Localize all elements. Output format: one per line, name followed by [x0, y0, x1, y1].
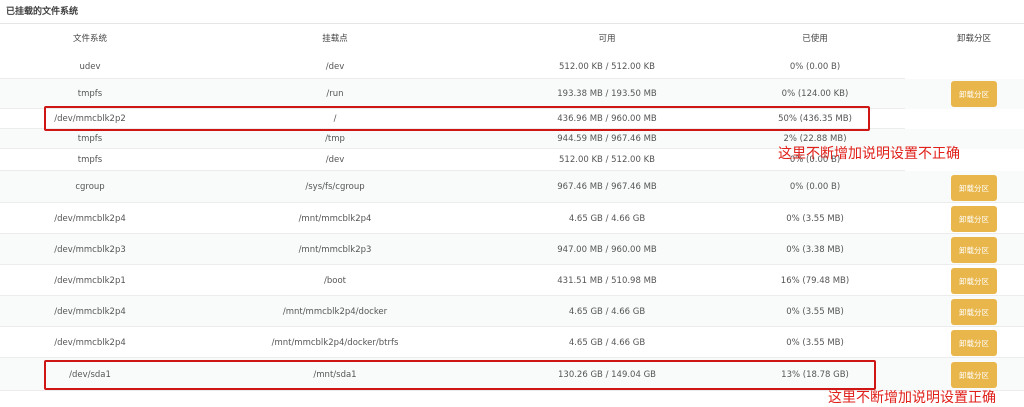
- filesystem-cell: /dev/mmcblk2p4: [54, 213, 126, 224]
- table-row: /dev/mmcblk2p4 /mnt/mmcblk2p4 4.65 GB / …: [0, 203, 1024, 234]
- table-row: /dev/mmcblk2p4 /mnt/mmcblk2p4/docker/btr…: [0, 327, 1024, 358]
- mountpoint-cell: /dev: [325, 155, 345, 165]
- available-cell: 512.00 KB / 512.00 KB: [559, 155, 655, 165]
- highlight-box-sda1-row: [44, 360, 876, 390]
- used-cell: 0% (3.55 MB): [786, 213, 844, 224]
- column-header-mountpoint: 挂载点: [322, 34, 348, 44]
- column-header-filesystem: 文件系统: [72, 34, 108, 44]
- used-cell: 0% (124.00 KB): [781, 89, 849, 99]
- used-cell: 0% (3.55 MB): [786, 337, 844, 348]
- mountpoint-cell: /dev: [325, 62, 345, 72]
- annotation-correct: 这里不断增加说明设置正确: [828, 390, 996, 406]
- filesystem-cell: /dev/mmcblk2p4: [54, 306, 126, 317]
- column-header-unmount: 卸载分区: [956, 34, 992, 44]
- used-cell: 0% (0.00 B): [789, 182, 841, 192]
- unmount-button[interactable]: 卸载分区: [951, 175, 997, 201]
- filesystem-cell: /dev/mmcblk2p1: [54, 275, 126, 286]
- column-header-used: 已使用: [802, 34, 828, 44]
- mountpoint-cell: /run: [326, 89, 344, 99]
- annotation-incorrect: 这里不断增加说明设置不正确: [778, 146, 960, 162]
- used-cell: 0% (3.55 MB): [786, 306, 844, 317]
- table-row: udev /dev 512.00 KB / 512.00 KB 0% (0.00…: [0, 55, 1024, 79]
- used-cell: 0% (0.00 B): [789, 62, 841, 72]
- filesystem-cell: /dev/mmcblk2p3: [54, 244, 126, 255]
- unmount-button[interactable]: 卸载分区: [951, 237, 997, 263]
- unmount-button[interactable]: 卸载分区: [951, 206, 997, 232]
- filesystem-cell: tmpfs: [77, 89, 103, 99]
- unmount-button[interactable]: 卸载分区: [951, 268, 997, 294]
- mountpoint-cell: /boot: [324, 275, 346, 286]
- table-row: /dev/mmcblk2p1 /boot 431.51 MB / 510.98 …: [0, 265, 1024, 296]
- filesystem-cell: tmpfs: [77, 134, 103, 144]
- table-header: 文件系统 挂载点 可用 已使用 卸载分区: [0, 24, 1024, 55]
- table-row: /dev/mmcblk2p4 /mnt/mmcblk2p4/docker 4.6…: [0, 296, 1024, 327]
- column-header-available: 可用: [598, 34, 616, 44]
- filesystem-cell: /dev/mmcblk2p4: [54, 337, 126, 348]
- table-row: tmpfs /run 193.38 MB / 193.50 MB 0% (124…: [0, 79, 1024, 109]
- filesystem-cell: udev: [79, 62, 101, 72]
- mountpoint-cell: /mnt/mmcblk2p4/docker/btrfs: [271, 337, 399, 348]
- available-cell: 4.65 GB / 4.66 GB: [568, 337, 646, 348]
- available-cell: 4.65 GB / 4.66 GB: [568, 213, 646, 224]
- available-cell: 947.00 MB / 960.00 MB: [557, 244, 657, 255]
- unmount-button[interactable]: 卸载分区: [951, 362, 997, 388]
- available-cell: 4.65 GB / 4.66 GB: [568, 306, 646, 317]
- used-cell: 0% (3.38 MB): [786, 244, 844, 255]
- available-cell: 944.59 MB / 967.46 MB: [557, 134, 657, 144]
- section-title: 已挂载的文件系统: [6, 7, 79, 17]
- available-cell: 431.51 MB / 510.98 MB: [557, 275, 657, 286]
- available-cell: 967.46 MB / 967.46 MB: [557, 182, 657, 192]
- table-row: cgroup /sys/fs/cgroup 967.46 MB / 967.46…: [0, 171, 1024, 203]
- table-row: /dev/mmcblk2p3 /mnt/mmcblk2p3 947.00 MB …: [0, 234, 1024, 265]
- mountpoint-cell: /tmp: [325, 134, 345, 144]
- filesystem-cell: cgroup: [75, 182, 105, 192]
- highlight-box-root-row: [44, 106, 870, 131]
- unmount-button[interactable]: 卸载分区: [951, 299, 997, 325]
- unmount-button[interactable]: 卸载分区: [951, 330, 997, 356]
- available-cell: 193.38 MB / 193.50 MB: [557, 89, 657, 99]
- mountpoint-cell: /mnt/mmcblk2p4/docker: [282, 306, 388, 317]
- mountpoint-cell: /sys/fs/cgroup: [305, 182, 365, 192]
- available-cell: 512.00 KB / 512.00 KB: [559, 62, 655, 72]
- mountpoint-cell: /mnt/mmcblk2p4: [298, 213, 372, 224]
- used-cell: 16% (79.48 MB): [780, 275, 850, 286]
- unmount-button[interactable]: 卸载分区: [951, 81, 997, 107]
- filesystem-cell: tmpfs: [77, 155, 103, 165]
- mountpoint-cell: /mnt/mmcblk2p3: [298, 244, 372, 255]
